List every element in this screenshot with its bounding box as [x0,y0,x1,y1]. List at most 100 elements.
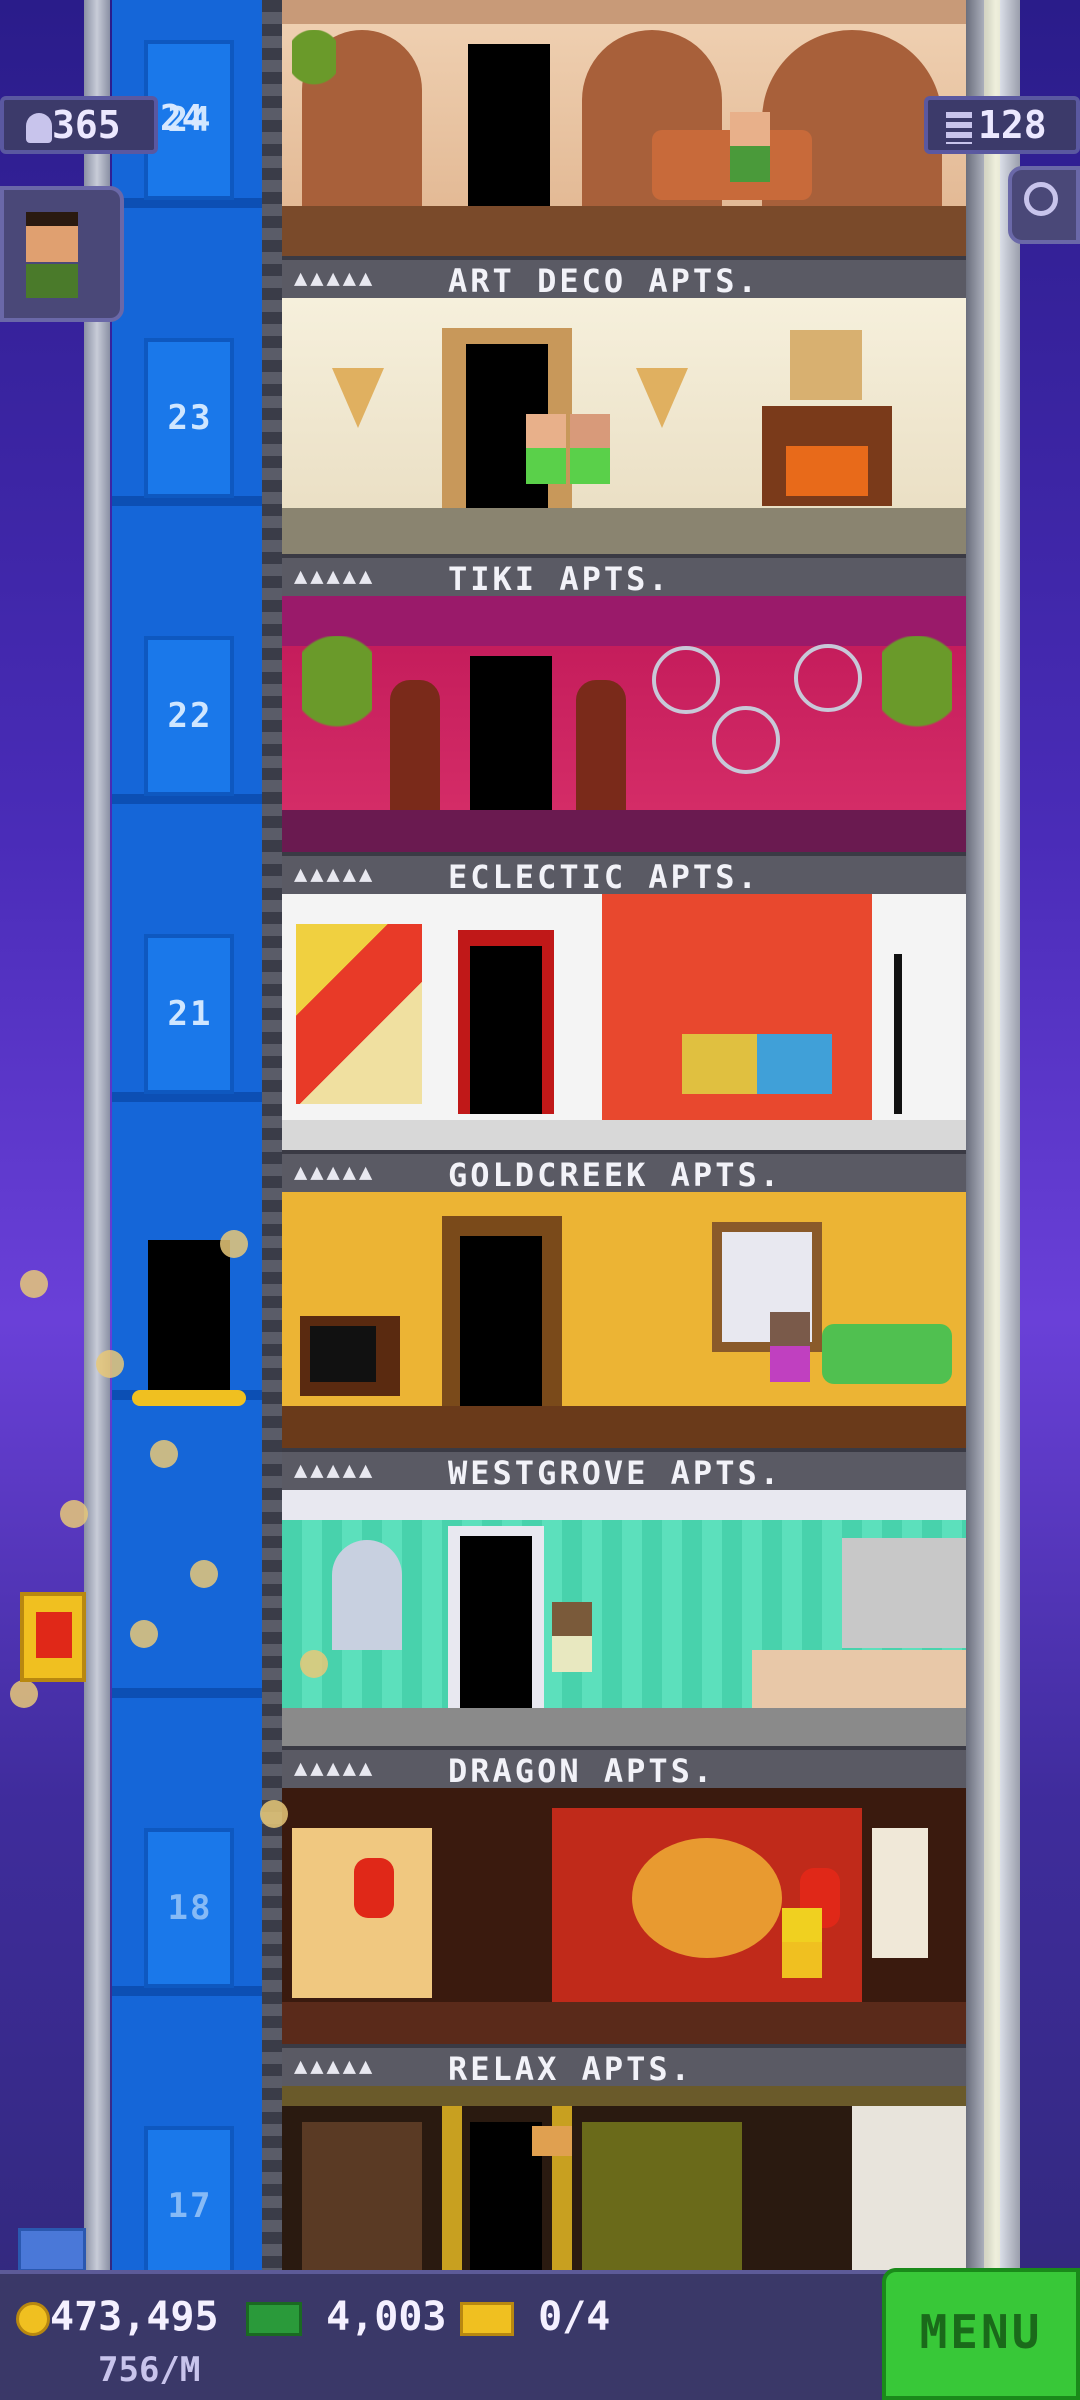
floor-name: WESTGROVE APTS. [448,1454,782,1490]
resident[interactable] [782,1908,822,1978]
floor-eclectic[interactable]: ▲▲▲▲▲ ECLECTIC APTS. [282,596,966,894]
floor-relax[interactable]: ▲▲▲▲▲ RELAX APTS. [282,1788,966,2086]
floor-name: TIKI APTS. [448,560,671,596]
apartment-door[interactable] [460,1236,542,1412]
scroll [872,1828,928,1958]
floor-sign: ▲▲▲▲▲ RELAX APTS. [282,2044,966,2086]
tiki-statue [390,680,440,810]
coins-display[interactable]: 473,495 [16,2294,219,2340]
resident[interactable] [570,414,610,484]
floor-lamp [894,954,902,1114]
coins-value: 473,495 [50,2294,219,2340]
person-icon [26,112,52,143]
coin-particle [190,1560,218,1588]
floor-number-23: 23 [167,398,213,438]
coin-particle [150,1440,178,1468]
elevator-car[interactable] [148,1240,230,1390]
elevator-platform [132,1390,246,1406]
resident-slots: ▲▲▲▲▲ [294,266,376,291]
coin-particle [10,1680,38,1708]
bird-cage [794,644,862,712]
resident[interactable] [770,1312,810,1382]
floors-count: 128 [978,103,1047,147]
floor-sign: ▲▲▲▲▲ TIKI APTS. [282,554,966,596]
elevator-shaft[interactable] [112,0,266,2286]
floor-number-17: 17 [167,2186,213,2226]
floor-art-deco[interactable]: ▲▲▲▲▲ ART DECO APTS. [282,0,966,298]
floor-tiki[interactable]: ▲▲▲▲▲ TIKI APTS. [282,298,966,596]
floor-partial[interactable] [282,2086,966,2270]
floor-sign: ▲▲▲▲▲ GOLDCREEK APTS. [282,1150,966,1192]
resident-slots: ▲▲▲▲▲ [294,862,376,887]
resident-slots: ▲▲▲▲▲ [294,1458,376,1483]
chat-icon[interactable] [18,2228,86,2272]
coin-particle [20,1270,48,1298]
floor-name: GOLDCREEK APTS. [448,1156,782,1192]
right-light-strip [984,0,1000,2270]
ticket-icon [460,2302,514,2336]
resident-slots: ▲▲▲▲▲ [294,564,376,589]
floor-goldcreek[interactable]: ▲▲▲▲▲ GOLDCREEK APTS. [282,894,966,1192]
building-icon [946,111,972,144]
search-button[interactable] [1008,166,1080,244]
resident-slots: ▲▲▲▲▲ [294,1160,376,1185]
floor-number-18: 18 [167,1888,213,1928]
screen-panel [582,2122,742,2270]
sofa [822,1324,952,1384]
coin-particle [60,1500,88,1528]
bux-icon [246,2302,302,2336]
floor-name: RELAX APTS. [448,2050,693,2086]
floor-dragon[interactable]: ▲▲▲▲▲ DRAGON APTS. [282,1490,966,1788]
floor-sign: ▲▲▲▲▲ ART DECO APTS. [282,256,966,298]
vip-avatar-button[interactable] [0,186,124,322]
bux-value: 4,003 [326,2294,447,2340]
hanging-lamp [532,2126,572,2156]
fireplace [762,406,892,506]
bux-display[interactable]: 4,003 [246,2294,447,2340]
lantern [354,1858,394,1918]
tv [300,1316,400,1396]
floors-badge[interactable]: 128 [924,96,1080,154]
floor-number-22: 22 [167,696,213,736]
floor-name: ART DECO APTS. [448,262,760,298]
coin-particle [300,1650,328,1678]
floor-name: DRAGON APTS. [448,1752,716,1788]
resident[interactable] [552,1602,592,1672]
coin-particle [220,1230,248,1258]
tickets-value: 0/4 [538,2294,611,2340]
apartment-door[interactable] [470,946,542,1114]
floor-name: ECLECTIC APTS. [448,858,760,894]
shaft-edge [262,0,282,2270]
current-floor-label: 24 [160,98,204,139]
plant [292,30,336,120]
bird-cage [712,706,780,774]
wall-sconce [332,368,384,428]
resident-slots: ▲▲▲▲▲ [294,1756,376,1781]
apartment-door[interactable] [460,1536,532,1712]
coin-rate: 756/M [98,2350,201,2390]
abstract-painting [296,924,422,1104]
floor-westgrove[interactable]: ▲▲▲▲▲ WESTGROVE APTS. [282,1192,966,1490]
population-value: 365 [52,103,121,147]
floor-number-21: 21 [167,994,213,1034]
plant [302,636,372,786]
sofa [682,1034,832,1094]
magnifier-icon [1024,182,1058,216]
resident[interactable] [730,112,770,182]
tickets-display[interactable]: 0/4 [460,2294,610,2340]
fries-shop-icon[interactable] [20,1592,86,1682]
coin-particle [260,1800,288,1828]
resident-slots: ▲▲▲▲▲ [294,2054,376,2079]
coin-particle [96,1350,124,1378]
plant [882,636,952,786]
wall-sconce [636,368,688,428]
dragon-emblem [632,1838,782,1958]
apartment-door[interactable] [470,656,552,810]
painting [790,330,862,400]
resident[interactable] [526,414,566,484]
apartment-door[interactable] [468,44,550,210]
menu-button[interactable]: MENU [882,2268,1080,2400]
floor-sign: ▲▲▲▲▲ ECLECTIC APTS. [282,852,966,894]
population-badge[interactable]: 365 [0,96,158,154]
floor-sign: ▲▲▲▲▲ DRAGON APTS. [282,1746,966,1788]
